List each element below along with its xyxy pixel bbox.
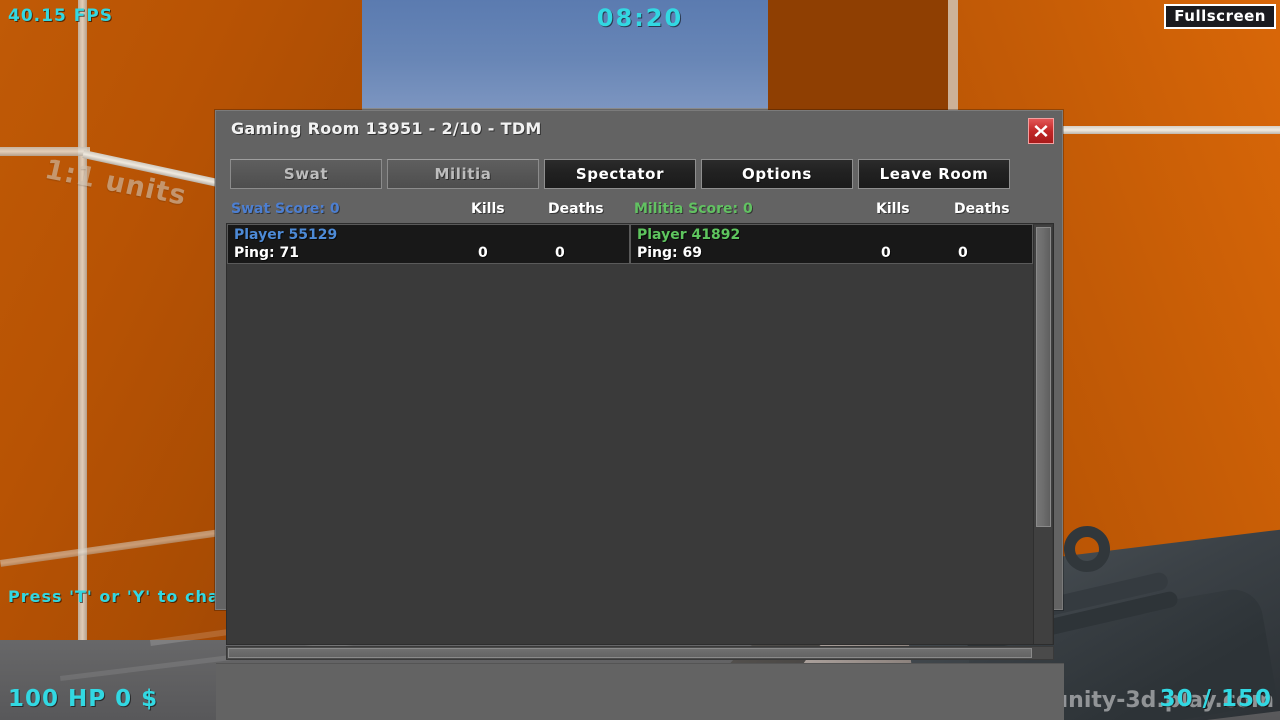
horizontal-scrollbar-thumb[interactable] [228, 648, 1032, 658]
chat-hint: Press 'T' or 'Y' to chat [8, 587, 229, 606]
vertical-scrollbar[interactable] [1033, 225, 1052, 644]
player-entry-militia[interactable]: Player 41892 Ping: 69 0 0 [630, 224, 1033, 264]
match-timer: 08:20 [596, 4, 684, 32]
team-button-row: Swat Militia Spectator Options Leave Roo… [230, 159, 1050, 189]
horizontal-scrollbar[interactable] [226, 646, 1054, 660]
player-kills: 0 [478, 245, 488, 261]
wall-trim-vertical-left [78, 0, 87, 640]
swat-kills-header: Kills [471, 201, 505, 217]
player-ping: Ping: 71 [234, 245, 300, 261]
leave-room-button[interactable]: Leave Room [858, 159, 1010, 189]
militia-kills-header: Kills [876, 201, 910, 217]
militia-score-label: Militia Score: 0 [634, 201, 753, 217]
spectator-button[interactable]: Spectator [544, 159, 696, 189]
game-screen: 1:1 units 40.15 FPS 08:20 Press 'T' or '… [0, 0, 1280, 720]
options-button[interactable]: Options [701, 159, 853, 189]
militia-button[interactable]: Militia [387, 159, 539, 189]
player-ping: Ping: 69 [637, 245, 703, 261]
player-deaths: 0 [958, 245, 968, 261]
swat-button[interactable]: Swat [230, 159, 382, 189]
close-button[interactable] [1028, 118, 1054, 144]
vertical-scrollbar-thumb[interactable] [1036, 227, 1051, 527]
wall-trim-horizontal-left [0, 147, 90, 156]
panel-footer [216, 663, 1064, 720]
swat-score-label: Swat Score: 0 [231, 201, 340, 217]
swat-deaths-header: Deaths [548, 201, 604, 217]
health-money-readout: 100 HP 0 $ [8, 686, 159, 712]
player-name: Player 41892 [637, 227, 741, 243]
player-name: Player 55129 [234, 227, 338, 243]
column-headers: Swat Score: 0 Kills Deaths Militia Score… [216, 199, 1064, 221]
table-row: Player 55129 Ping: 71 0 0 Player 41892 P… [227, 224, 1033, 264]
panel-title: Gaming Room 13951 - 2/10 - TDM [231, 119, 542, 138]
player-deaths: 0 [555, 245, 565, 261]
close-x-icon [1033, 123, 1049, 139]
militia-deaths-header: Deaths [954, 201, 1010, 217]
scoreboard-panel: Gaming Room 13951 - 2/10 - TDM Swat Mili… [215, 110, 1064, 720]
player-kills: 0 [881, 245, 891, 261]
player-list-inner: Player 55129 Ping: 71 0 0 Player 41892 P… [227, 224, 1033, 644]
fullscreen-button[interactable]: Fullscreen [1164, 4, 1276, 29]
player-entry-swat[interactable]: Player 55129 Ping: 71 0 0 [227, 224, 630, 264]
player-list: Player 55129 Ping: 71 0 0 Player 41892 P… [226, 223, 1054, 645]
ammo-readout: 30 / 150 [1159, 686, 1272, 712]
